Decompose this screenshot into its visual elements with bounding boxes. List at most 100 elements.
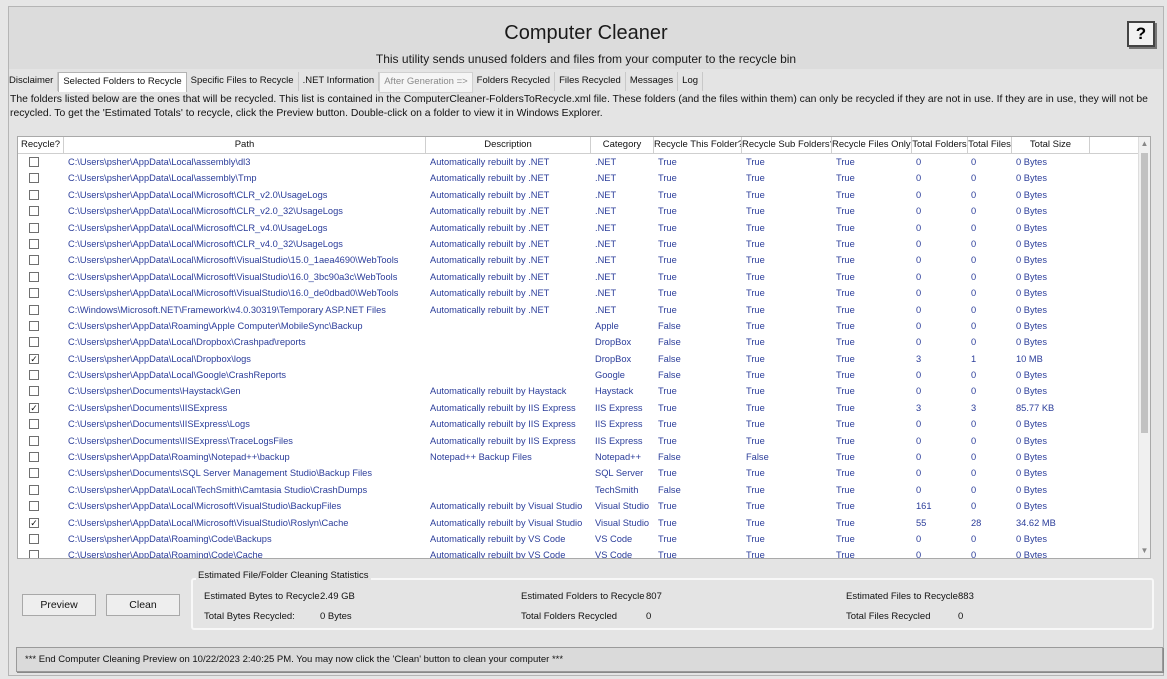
table-row[interactable]: C:\Users\psher\AppData\Roaming\Notepad++… bbox=[18, 449, 1138, 465]
recycle-checkbox[interactable] bbox=[29, 370, 39, 381]
table-row[interactable]: C:\Users\psher\AppData\Local\Dropbox\Cra… bbox=[18, 334, 1138, 350]
table-row[interactable]: C:\Windows\Microsoft.NET\Framework\v4.0.… bbox=[18, 302, 1138, 318]
cell-sub: True bbox=[746, 238, 765, 249]
tab-selected-folders-to-recycle[interactable]: Selected Folders to Recycle bbox=[58, 72, 187, 92]
cell-sub: True bbox=[746, 320, 765, 331]
tab-disclaimer[interactable]: Disclaimer bbox=[5, 72, 59, 91]
recycle-checkbox[interactable] bbox=[29, 533, 39, 544]
recycle-checkbox[interactable] bbox=[29, 271, 39, 282]
cell-desc: Automatically rebuilt by .NET bbox=[430, 271, 550, 282]
recycle-checkbox[interactable] bbox=[29, 435, 39, 446]
preview-button[interactable]: Preview bbox=[22, 594, 96, 616]
tab-folders-recycled[interactable]: Folders Recycled bbox=[473, 72, 556, 91]
recycle-checkbox[interactable]: ✓ bbox=[29, 402, 39, 413]
table-row[interactable]: C:\Users\psher\AppData\Local\Google\Cras… bbox=[18, 367, 1138, 383]
recycle-checkbox[interactable] bbox=[29, 452, 39, 463]
column-header-description[interactable]: Description bbox=[426, 137, 591, 153]
column-header-path[interactable]: Path bbox=[64, 137, 426, 153]
recycle-checkbox[interactable]: ✓ bbox=[29, 517, 39, 528]
table-row[interactable]: C:\Users\psher\AppData\Local\Microsoft\C… bbox=[18, 187, 1138, 203]
scrollbar-thumb[interactable] bbox=[1141, 153, 1148, 433]
table-row[interactable]: C:\Users\psher\AppData\Local\TechSmith\C… bbox=[18, 482, 1138, 498]
cell-files-only: True bbox=[836, 288, 855, 299]
table-row[interactable]: ✓ C:\Users\psher\Documents\IISExpress Auto… bbox=[18, 400, 1138, 416]
folders-grid[interactable]: Recycle? Path Description Category Recycle T… bbox=[17, 136, 1151, 559]
table-row[interactable]: C:\Users\psher\AppData\Local\Microsoft\V… bbox=[18, 269, 1138, 285]
est-folders-value: 807 bbox=[646, 591, 662, 602]
recycle-checkbox[interactable] bbox=[29, 222, 39, 233]
vertical-scrollbar[interactable]: ▲ ▼ bbox=[1138, 137, 1150, 558]
tab-net-information[interactable]: .NET Information bbox=[299, 72, 380, 91]
recycle-checkbox[interactable] bbox=[29, 320, 39, 331]
cell-path: C:\Windows\Microsoft.NET\Framework\v4.0.… bbox=[68, 304, 386, 315]
recycle-checkbox[interactable] bbox=[29, 468, 39, 479]
table-row[interactable]: ✓ C:\Users\psher\AppData\Local\Microsoft\… bbox=[18, 515, 1138, 531]
cell-desc: Automatically rebuilt by IIS Express bbox=[430, 402, 576, 413]
table-row[interactable]: C:\Users\psher\AppData\Roaming\Code\Back… bbox=[18, 531, 1138, 547]
cell-files-only: True bbox=[836, 353, 855, 364]
recycle-checkbox[interactable] bbox=[29, 255, 39, 266]
cell-path: C:\Users\psher\AppData\Local\Microsoft\V… bbox=[68, 271, 398, 282]
table-row[interactable]: C:\Users\psher\AppData\Local\Microsoft\C… bbox=[18, 203, 1138, 219]
table-row[interactable]: C:\Users\psher\AppData\Local\Microsoft\V… bbox=[18, 498, 1138, 514]
cell-desc: Automatically rebuilt by IIS Express bbox=[430, 419, 576, 430]
table-row[interactable]: C:\Users\psher\AppData\Local\Microsoft\C… bbox=[18, 220, 1138, 236]
recycle-checkbox[interactable] bbox=[29, 189, 39, 200]
recycle-checkbox[interactable] bbox=[29, 238, 39, 249]
recycle-checkbox[interactable] bbox=[29, 337, 39, 348]
cell-this: True bbox=[658, 222, 677, 233]
table-row[interactable]: C:\Users\psher\AppData\Local\assembly\dl… bbox=[18, 154, 1138, 170]
cell-files-only: True bbox=[836, 189, 855, 200]
table-row[interactable]: C:\Users\psher\Documents\IISExpress\Logs… bbox=[18, 416, 1138, 432]
table-row[interactable]: C:\Users\psher\AppData\Local\Microsoft\C… bbox=[18, 236, 1138, 252]
recycle-checkbox[interactable] bbox=[29, 484, 39, 495]
column-header-total-files[interactable]: Total Files bbox=[968, 137, 1012, 153]
cell-path: C:\Users\psher\AppData\Local\Microsoft\C… bbox=[68, 206, 343, 217]
table-row[interactable]: ✓ C:\Users\psher\AppData\Local\Dropbox\lo… bbox=[18, 351, 1138, 367]
cell-cat: Visual Studio bbox=[595, 501, 650, 512]
table-row[interactable]: C:\Users\psher\Documents\IISExpress\Trac… bbox=[18, 433, 1138, 449]
column-header-total-folders[interactable]: Total Folders bbox=[912, 137, 968, 153]
cell-sub: True bbox=[746, 419, 765, 430]
table-row[interactable]: C:\Users\psher\AppData\Roaming\Apple Com… bbox=[18, 318, 1138, 334]
recycle-checkbox[interactable] bbox=[29, 304, 39, 315]
recycle-checkbox[interactable] bbox=[29, 550, 39, 558]
cell-size: 0 Bytes bbox=[1016, 222, 1048, 233]
tab-messages[interactable]: Messages bbox=[626, 72, 679, 91]
recycle-checkbox[interactable] bbox=[29, 157, 39, 167]
recycle-checkbox[interactable] bbox=[29, 288, 39, 299]
column-header-total-size[interactable]: Total Size bbox=[1012, 137, 1090, 153]
scroll-down-icon[interactable]: ▼ bbox=[1140, 546, 1149, 556]
cell-files: 0 bbox=[971, 255, 977, 266]
recycle-checkbox[interactable] bbox=[29, 419, 39, 430]
help-button[interactable]: ? bbox=[1127, 21, 1155, 47]
table-row[interactable]: C:\Users\psher\Documents\SQL Server Mana… bbox=[18, 465, 1138, 481]
recycle-checkbox[interactable] bbox=[29, 386, 39, 397]
recycle-checkbox[interactable] bbox=[29, 206, 39, 217]
table-row[interactable]: C:\Users\psher\AppData\Local\Microsoft\V… bbox=[18, 285, 1138, 301]
cell-files: 0 bbox=[971, 238, 977, 249]
tab-specific-files-to-recycle[interactable]: Specific Files to Recycle bbox=[187, 72, 299, 91]
clean-button[interactable]: Clean bbox=[106, 594, 180, 616]
table-row[interactable]: C:\Users\psher\AppData\Local\assembly\Tm… bbox=[18, 170, 1138, 186]
column-header-recycle[interactable]: Recycle? bbox=[18, 137, 64, 153]
table-row[interactable]: C:\Users\psher\AppData\Local\Microsoft\V… bbox=[18, 252, 1138, 268]
tab-log[interactable]: Log bbox=[678, 72, 704, 91]
table-row[interactable]: C:\Users\psher\AppData\Roaming\Code\Cach… bbox=[18, 547, 1138, 558]
cell-cat: .NET bbox=[595, 288, 617, 299]
cell-folders: 0 bbox=[916, 238, 922, 249]
table-row[interactable]: C:\Users\psher\Documents\Haystack\Gen Aut… bbox=[18, 383, 1138, 399]
column-header-recycle-sub-folders[interactable]: Recycle Sub Folders? bbox=[742, 137, 832, 153]
recycle-checkbox[interactable]: ✓ bbox=[29, 353, 39, 364]
cell-sub: True bbox=[746, 533, 765, 544]
recycle-checkbox[interactable] bbox=[29, 173, 39, 184]
column-header-recycle-files-only[interactable]: Recycle Files Only? bbox=[832, 137, 912, 153]
column-header-category[interactable]: Category bbox=[591, 137, 654, 153]
cell-sub: True bbox=[746, 402, 765, 413]
scroll-up-icon[interactable]: ▲ bbox=[1140, 139, 1149, 149]
cell-sub: True bbox=[746, 157, 765, 167]
tab-files-recycled[interactable]: Files Recycled bbox=[555, 72, 626, 91]
grid-rows: C:\Users\psher\AppData\Local\assembly\dl… bbox=[18, 154, 1138, 558]
recycle-checkbox[interactable] bbox=[29, 501, 39, 512]
column-header-recycle-this-folder[interactable]: Recycle This Folder? bbox=[654, 137, 742, 153]
